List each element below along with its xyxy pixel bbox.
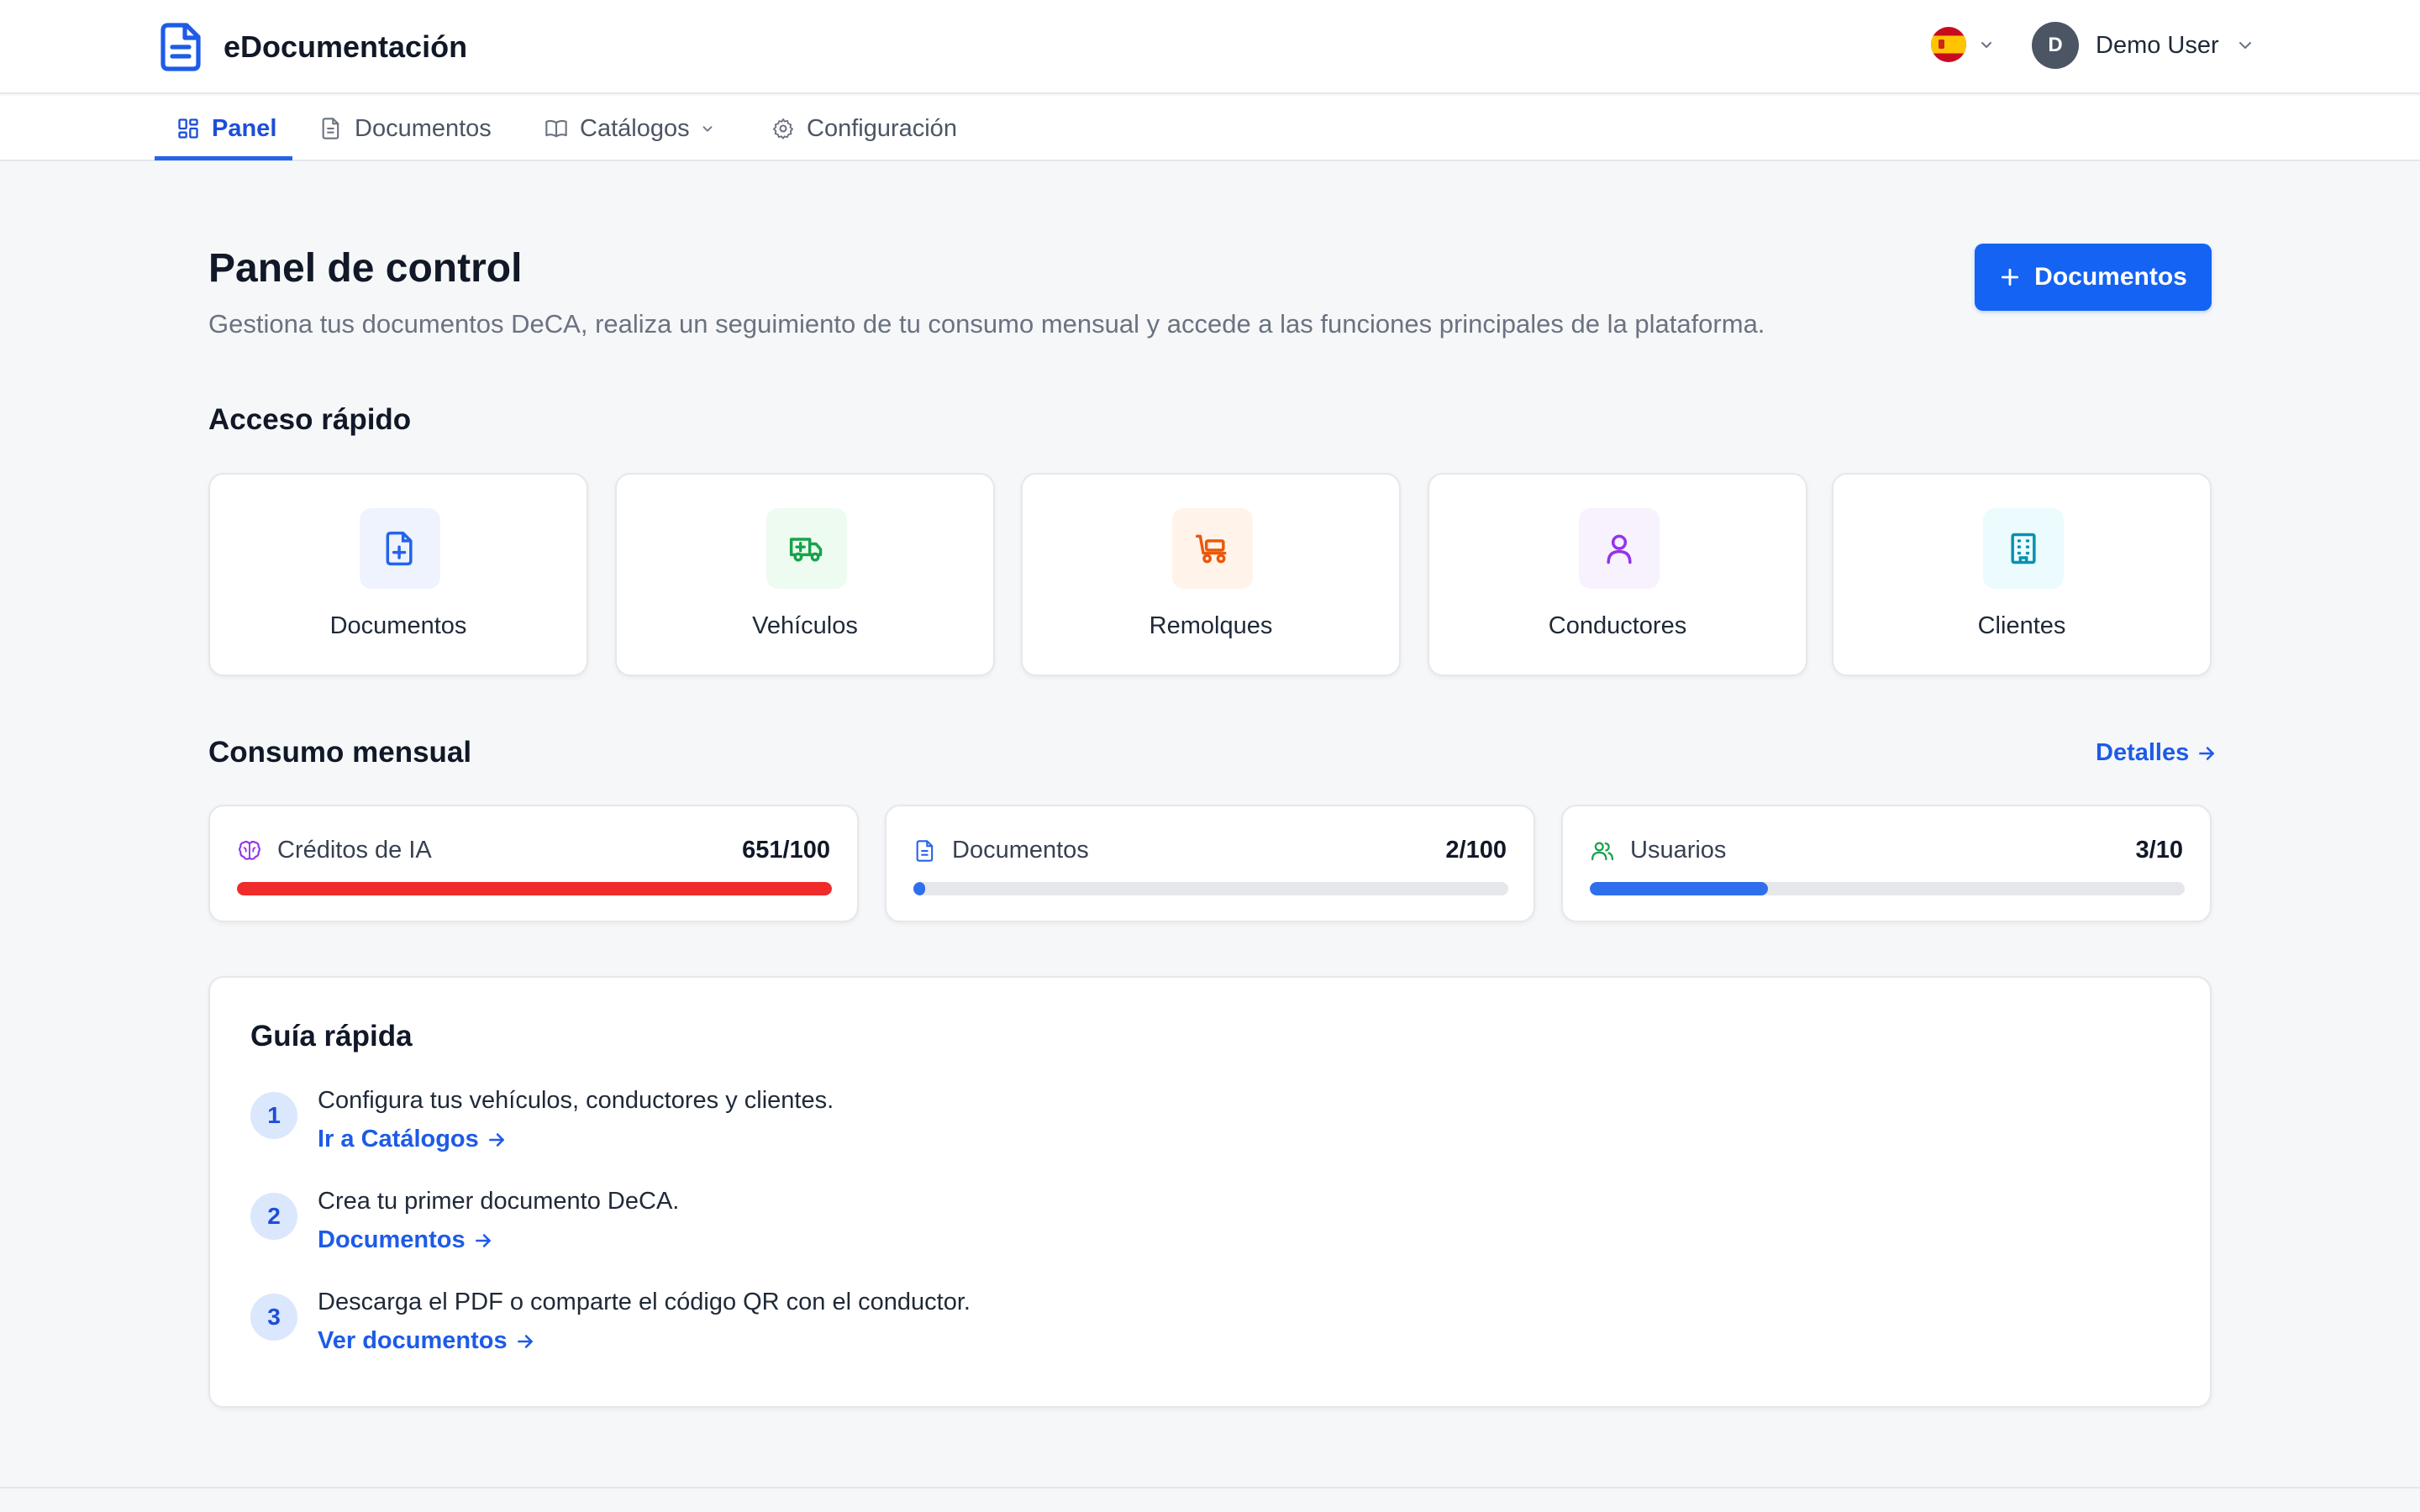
- top-bar: eDocumentación D Demo User: [0, 0, 2420, 94]
- document-icon: [322, 118, 339, 139]
- nav-label: Configuración: [807, 114, 957, 142]
- chevron-down-icon: [702, 126, 712, 132]
- document-plus-icon: [386, 531, 413, 566]
- quick-access-icon-tile: [360, 508, 440, 589]
- trailer-icon: [1195, 534, 1227, 564]
- usage-label: Créditos de IA: [277, 837, 432, 864]
- usage-card-documents: Documentos 2/100: [885, 805, 1535, 922]
- arrow-right-icon: [488, 1132, 504, 1147]
- usage-header: Usuarios: [1590, 837, 1726, 864]
- gear-icon: [772, 118, 794, 139]
- usage-header: Créditos de IA: [237, 837, 432, 864]
- usage-progress-bar: [913, 882, 1508, 895]
- nav-label: Panel: [212, 114, 277, 142]
- user-menu[interactable]: D Demo User: [2032, 22, 2254, 69]
- step-number: 1: [250, 1092, 297, 1139]
- nav-item-catalogos[interactable]: Catálogos: [544, 96, 715, 161]
- nav-label: Catálogos: [580, 114, 690, 142]
- button-label: Documentos: [2034, 263, 2187, 291]
- nav-label: Documentos: [355, 114, 492, 142]
- active-tab-indicator: [155, 156, 292, 160]
- quick-access-label: Clientes: [1977, 612, 2066, 639]
- quick-access-label: Vehículos: [752, 612, 858, 639]
- quick-access-vehiculos[interactable]: Vehículos: [615, 473, 995, 676]
- page-title: Panel de control: [208, 246, 523, 291]
- consumption-title: Consumo mensual: [208, 736, 472, 769]
- quick-access-label: Conductores: [1548, 612, 1687, 639]
- quick-access-documentos[interactable]: Documentos: [208, 473, 588, 676]
- step-link-label: Documentos: [318, 1226, 466, 1253]
- users-icon: [1591, 842, 1613, 860]
- usage-header: Documentos: [913, 837, 1089, 864]
- step-text: Crea tu primer documento DeCA.: [318, 1188, 680, 1215]
- document-icon: [916, 839, 934, 862]
- plus-icon: [2002, 268, 2019, 286]
- nav-item-panel[interactable]: Panel: [176, 96, 276, 161]
- usage-progress-fill: [1590, 882, 1769, 895]
- quick-access-icon-tile: [766, 508, 847, 589]
- usage-progress-fill: [913, 882, 926, 895]
- usage-value: 2/100: [1445, 837, 1507, 864]
- details-link-label: Detalles: [2096, 739, 2190, 766]
- quick-access-icon-tile: [1983, 508, 2064, 589]
- app-name: eDocumentación: [224, 29, 468, 64]
- nav-item-documentos[interactable]: Documentos: [319, 96, 492, 161]
- avatar: D: [2032, 22, 2079, 69]
- book-icon: [545, 119, 567, 138]
- grid-icon: [178, 118, 198, 139]
- step-link-label: Ir a Catálogos: [318, 1126, 479, 1152]
- details-link[interactable]: Detalles: [2096, 739, 2217, 767]
- usage-progress-bar: [1590, 882, 2185, 895]
- quick-access-icon-tile: [1579, 508, 1660, 589]
- usage-card-ai-credits: Créditos de IA 651/100: [208, 805, 859, 922]
- step-link-ver-documentos[interactable]: Ver documentos: [318, 1327, 536, 1355]
- brand[interactable]: eDocumentación: [160, 22, 467, 72]
- quick-access-remolques[interactable]: Remolques: [1021, 473, 1401, 676]
- usage-label: Usuarios: [1630, 837, 1727, 864]
- step-link-label: Ver documentos: [318, 1327, 508, 1354]
- usage-card-users: Usuarios 3/10: [1561, 805, 2212, 922]
- quick-guide-card: Guía rápida 1 Configura tus vehículos, c…: [208, 976, 2212, 1408]
- chevron-down-icon: [2238, 42, 2251, 49]
- step-number: 2: [250, 1193, 297, 1240]
- quick-access-label: Documentos: [329, 612, 467, 639]
- arrow-right-icon: [517, 1334, 533, 1348]
- spain-flag-icon: [1931, 27, 1966, 62]
- building-icon: [2011, 533, 2036, 564]
- language-switcher[interactable]: [1931, 27, 1995, 62]
- step-number: 3: [250, 1294, 297, 1341]
- new-document-button[interactable]: Documentos: [1975, 244, 2212, 311]
- quick-access-label: Remolques: [1149, 612, 1273, 639]
- document-logo-icon: [160, 23, 201, 71]
- chevron-down-icon: [1981, 42, 1991, 48]
- truck-icon: [789, 538, 823, 562]
- quick-access-title: Acceso rápido: [208, 403, 412, 436]
- user-name: Demo User: [2096, 31, 2219, 59]
- step-text: Configura tus vehículos, conductores y c…: [318, 1087, 834, 1114]
- usage-value: 651/100: [742, 837, 830, 864]
- step-link-documentos[interactable]: Documentos: [318, 1226, 494, 1254]
- usage-value: 3/10: [2135, 837, 2183, 864]
- step-text: Descarga el PDF o comparte el código QR …: [318, 1289, 971, 1315]
- quick-access-conductores[interactable]: Conductores: [1428, 473, 1807, 676]
- arrow-right-icon: [475, 1233, 491, 1247]
- quick-access-icon-tile: [1172, 508, 1253, 589]
- nav-item-configuracion[interactable]: Configuración: [771, 96, 957, 161]
- arrow-right-icon: [2199, 746, 2215, 760]
- user-icon: [1607, 534, 1632, 564]
- brain-icon: [239, 840, 260, 860]
- footer-divider: [0, 1487, 2420, 1488]
- quick-guide-title: Guía rápida: [250, 1020, 413, 1053]
- page-subtitle: Gestiona tus documentos DeCA, realiza un…: [208, 309, 1765, 339]
- usage-progress-bar: [237, 882, 832, 895]
- quick-access-clientes[interactable]: Clientes: [1832, 473, 2212, 676]
- usage-label: Documentos: [952, 837, 1089, 864]
- usage-progress-fill: [237, 882, 832, 895]
- main-nav: Panel Documentos Catálogos Configuración: [0, 96, 2420, 161]
- step-link-catalogos[interactable]: Ir a Catálogos: [318, 1126, 508, 1153]
